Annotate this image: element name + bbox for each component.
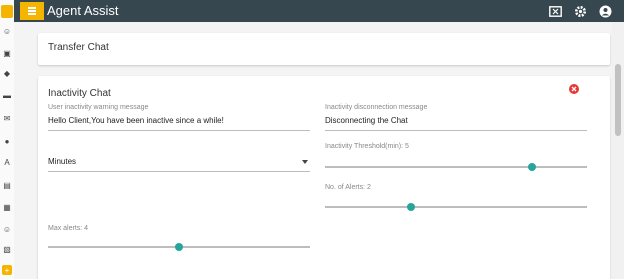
gear-icon[interactable]: [573, 4, 587, 18]
inactivity-threshold-label: Inactivity Threshold(min): 5: [325, 143, 409, 150]
alerts-count-slider[interactable]: [325, 206, 587, 208]
clipboard-icon[interactable]: ▤: [2, 180, 12, 190]
account-icon[interactable]: [598, 4, 612, 18]
app-title: Agent Assist: [47, 3, 119, 18]
left-rail: ☺ ▣ ◆ ▬ ✉ ● A ▤ ▦ ☺ ▧ +: [0, 0, 15, 279]
transfer-chat-card[interactable]: Transfer Chat: [38, 33, 610, 65]
add-icon[interactable]: +: [2, 265, 12, 275]
max-alerts-slider-handle[interactable]: [175, 243, 183, 251]
emoji-icon[interactable]: ☺: [2, 224, 12, 234]
unit-select[interactable]: Minutes: [48, 157, 76, 166]
contact-card-icon[interactable]: ▣: [2, 48, 12, 58]
inactivity-threshold-slider[interactable]: [325, 166, 587, 168]
spellcheck-icon[interactable]: A: [2, 157, 12, 167]
paint-bucket-icon[interactable]: ◆: [2, 68, 12, 78]
hamburger-menu-button[interactable]: [20, 2, 44, 20]
disconnect-message-label: Inactivity disconnection message: [325, 104, 428, 111]
alerts-count-label: No. of Alerts: 2: [325, 184, 371, 191]
cloud-icon[interactable]: ●: [2, 136, 12, 146]
translate-icon[interactable]: ▧: [2, 244, 12, 254]
unit-select-underline: [48, 171, 310, 172]
main-content: Transfer Chat Inactivity Chat User inact…: [14, 22, 612, 279]
disconnect-message-input[interactable]: Disconnecting the Chat: [325, 116, 408, 125]
warning-message-underline: [48, 130, 310, 131]
warning-message-label: User inactivity warning message: [48, 104, 149, 111]
smiley-icon[interactable]: ☺: [2, 26, 12, 36]
screen-share-icon[interactable]: [548, 4, 562, 18]
close-icon[interactable]: [569, 84, 579, 94]
inactivity-threshold-slider-handle[interactable]: [527, 163, 536, 171]
chat-icon[interactable]: ▬: [2, 90, 12, 100]
grid-icon[interactable]: ▦: [2, 202, 12, 212]
inactivity-chat-card: Inactivity Chat User inactivity warning …: [38, 76, 610, 279]
alerts-count-slider-handle[interactable]: [407, 203, 416, 211]
warning-message-input[interactable]: Hello Client,You have been inactive sinc…: [48, 116, 224, 125]
max-alerts-label: Max alerts: 4: [48, 225, 89, 232]
scrollbar-thumb[interactable]: [615, 64, 621, 136]
inactivity-chat-title: Inactivity Chat: [48, 88, 111, 99]
transfer-chat-title: Transfer Chat: [48, 42, 109, 53]
hamburger-icon: [28, 10, 36, 12]
vertical-scrollbar[interactable]: [612, 22, 624, 279]
disconnect-message-underline: [325, 130, 587, 131]
mail-icon[interactable]: ✉: [2, 113, 12, 123]
app-logo-icon: [1, 5, 13, 18]
chevron-down-icon[interactable]: [302, 160, 308, 164]
top-bar: Agent Assist: [14, 0, 624, 22]
